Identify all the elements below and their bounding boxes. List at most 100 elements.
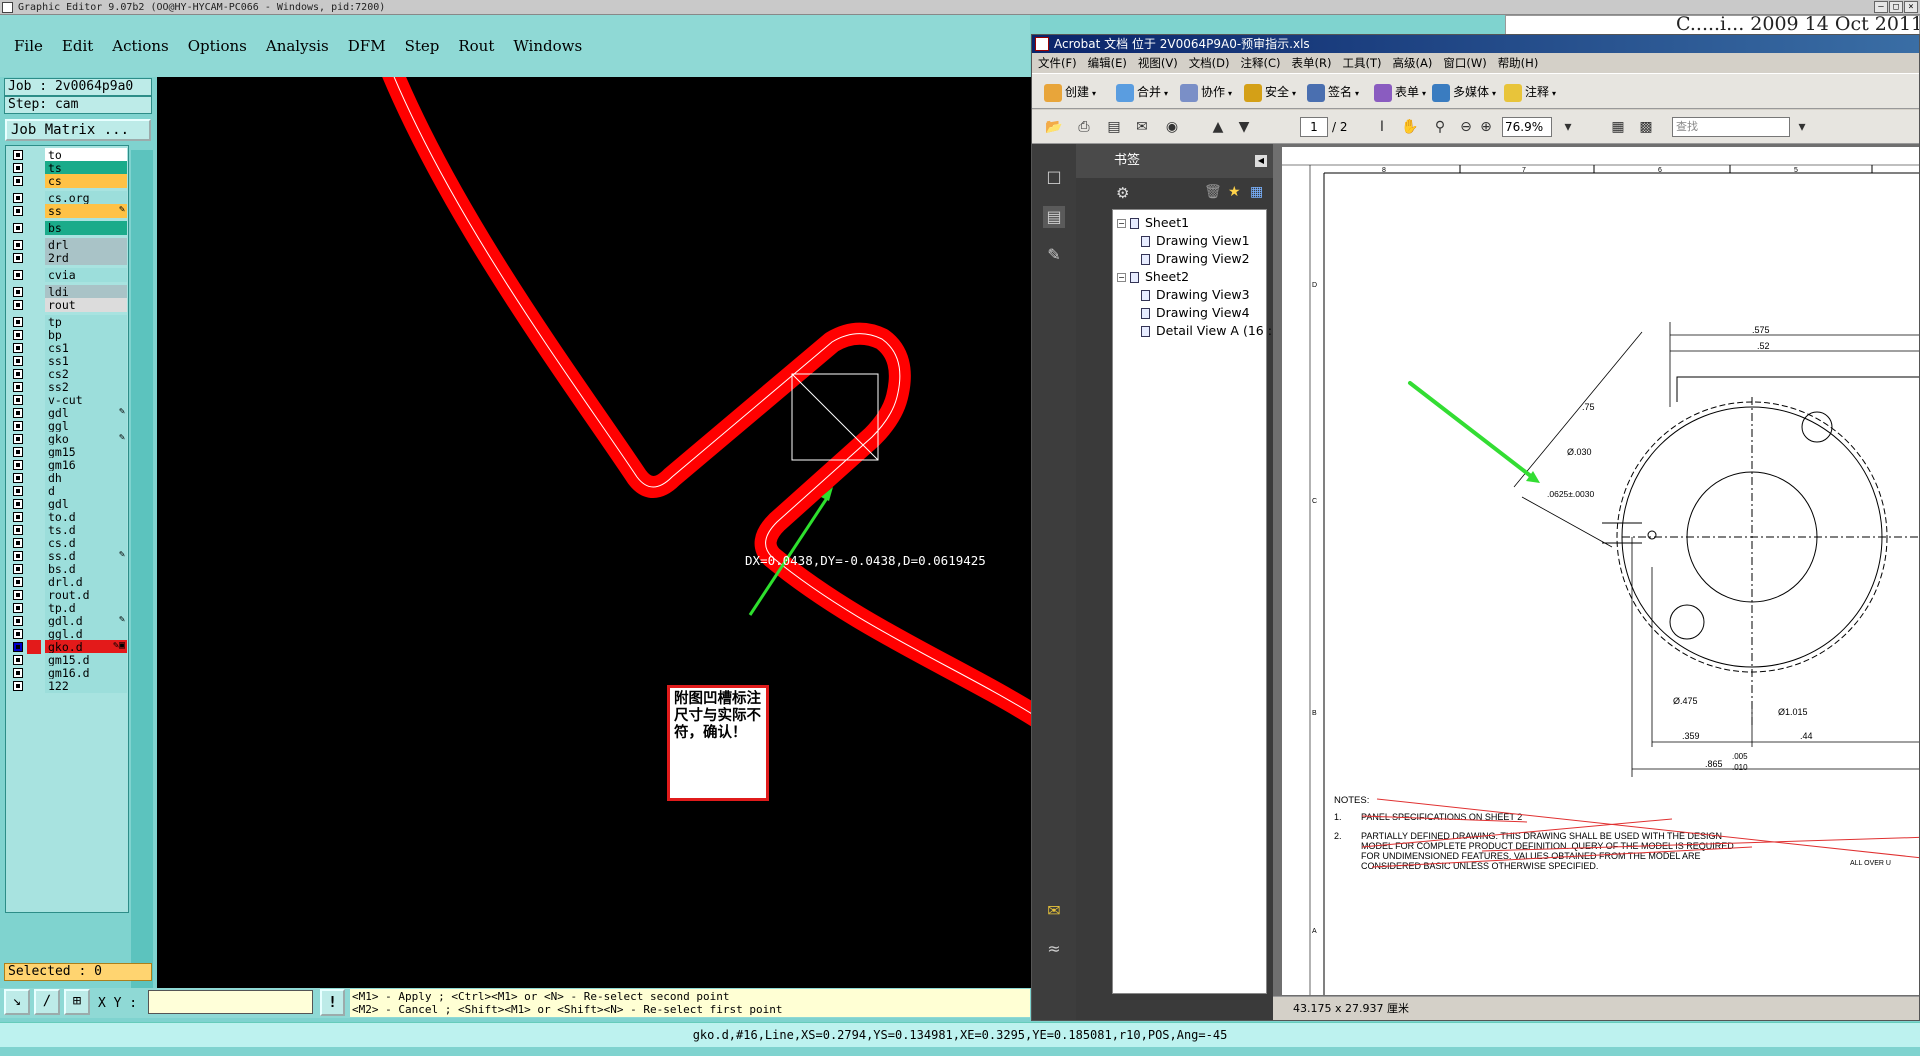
ac-menu-document[interactable]: 文档(D) [1189,55,1230,71]
ac-menu-advanced[interactable]: 高级(A) [1393,55,1433,71]
layer-row[interactable]: d [8,484,128,498]
layer-name[interactable]: bs.d [45,562,127,576]
task-button[interactable]: 注释 ▾ [1504,83,1556,102]
zoom-out-icon[interactable]: ⊖ [1456,117,1476,137]
layer-name[interactable]: rout [45,298,127,312]
layer-row[interactable]: ts [8,161,128,175]
task-button[interactable]: 签名 ▾ [1307,83,1359,102]
find-dropdown-icon[interactable]: ▾ [1792,117,1812,137]
layer-row[interactable]: gko ✎ [8,432,128,446]
prev-page-icon[interactable]: ▲ [1208,117,1228,137]
ac-menu-help[interactable]: 帮助(H) [1498,55,1539,71]
layer-name[interactable]: gko [45,432,127,446]
layer-checkbox[interactable] [13,473,23,483]
task-button[interactable]: 表单 ▾ [1374,83,1426,102]
prompt-icon[interactable]: ! [320,989,345,1016]
ac-menu-view[interactable]: 视图(V) [1138,55,1178,71]
xy-input[interactable] [148,990,313,1014]
layer-row[interactable]: gm16.d [8,666,128,680]
ac-menu-comments[interactable]: 注释(C) [1241,55,1281,71]
zoom-dropdown-icon[interactable]: ▾ [1558,117,1578,137]
layer-name[interactable]: cs.d [45,536,127,550]
layer-row[interactable]: to [8,148,128,162]
layer-row[interactable]: ss2 [8,380,128,394]
layer-name[interactable]: cs.org [45,191,127,205]
layer-name[interactable]: drl [45,238,127,252]
layer-name[interactable]: ss.d [45,549,127,563]
zoom-level[interactable]: 76.9% [1502,117,1552,137]
layer-checkbox[interactable] [13,577,23,587]
layer-row[interactable]: gm15.d [8,653,128,667]
layer-name[interactable]: gm16.d [45,666,127,680]
layer-checkbox[interactable] [13,369,23,379]
hand-tool-icon[interactable]: ✋ [1400,117,1420,137]
expand-toggle-icon[interactable]: − [1117,219,1126,228]
layer-name[interactable]: bs [45,221,127,235]
bookmark-item[interactable]: Drawing View4 [1141,305,1250,320]
bookmark-item[interactable]: Drawing View2 [1141,251,1250,266]
comments-icon[interactable]: ✉ [1043,900,1065,922]
ac-menu-edit[interactable]: 编辑(E) [1088,55,1127,71]
layer-name[interactable]: to.d [45,510,127,524]
menu-dfm[interactable]: DFM [348,37,386,55]
layer-checkbox[interactable] [13,616,23,626]
layer-checkbox[interactable] [13,421,23,431]
layer-row[interactable]: v-cut [8,393,128,407]
menu-actions[interactable]: Actions [112,37,168,55]
layer-row[interactable]: gdl ✎ [8,406,128,420]
layer-row[interactable]: cs2 [8,367,128,381]
layer-name[interactable]: gm15.d [45,653,127,667]
zoom-tool-icon[interactable]: ⚲ [1430,117,1450,137]
layer-row[interactable]: cs [8,174,128,188]
grid-tool-icon[interactable]: ⊞ [64,989,90,1015]
layer-name[interactable]: cvia [45,268,127,282]
layer-row[interactable]: gdl.d ✎ [8,614,128,628]
layer-row[interactable]: cvia [8,268,128,282]
bookmark-item[interactable]: Drawing View1 [1141,233,1250,248]
ac-menu-tools[interactable]: 工具(T) [1343,55,1382,71]
layer-name[interactable]: to [45,148,127,162]
pages-icon[interactable]: □ [1043,166,1065,188]
layer-name[interactable]: v-cut [45,393,127,407]
layer-row[interactable]: ss1 [8,354,128,368]
signatures-icon[interactable]: ✎ [1043,244,1065,266]
layer-checkbox[interactable] [13,343,23,353]
ac-menu-file[interactable]: 文件(F) [1038,55,1077,71]
task-button[interactable]: 安全 ▾ [1244,83,1296,102]
layer-checkbox[interactable] [13,382,23,392]
layer-name[interactable]: 122 [45,679,127,693]
layer-checkbox[interactable] [13,193,23,203]
layer-row[interactable]: ldi [8,285,128,299]
layer-name[interactable]: ts [45,161,127,175]
layer-checkbox[interactable] [13,395,23,405]
layer-name[interactable]: ldi [45,285,127,299]
zoom-in-icon[interactable]: ⊕ [1476,117,1496,137]
layer-name[interactable]: ts.d [45,523,127,537]
bookmark-item[interactable]: − Sheet1 [1117,215,1189,230]
bookmark-item[interactable]: Drawing View3 [1141,287,1250,302]
layer-name[interactable]: ggl [45,419,127,433]
layer-checkbox[interactable] [13,300,23,310]
layer-checkbox[interactable] [13,176,23,186]
layer-checkbox[interactable] [13,356,23,366]
layer-name[interactable]: ss1 [45,354,127,368]
layer-row[interactable]: rout [8,298,128,312]
find-input[interactable]: 查找 [1672,117,1790,137]
new-bookmark-icon[interactable]: ★ [1228,184,1241,200]
snap-tool-icon[interactable]: ↘ [4,989,30,1015]
next-page-icon[interactable]: ▼ [1234,117,1254,137]
layer-checkbox[interactable] [13,270,23,280]
task-button[interactable]: 协作 ▾ [1180,83,1232,102]
layer-row[interactable]: cs.d [8,536,128,550]
open-icon[interactable]: 📂 [1044,117,1064,137]
layer-row[interactable]: ss ✎ [8,204,128,218]
layer-row[interactable]: to.d [8,510,128,524]
layer-checkbox[interactable] [13,525,23,535]
layer-row[interactable]: bp [8,328,128,342]
fit-width-icon[interactable]: ▩ [1636,117,1656,137]
job-matrix-button[interactable]: Job Matrix ... [5,119,151,141]
menu-edit[interactable]: Edit [62,37,93,55]
layer-row[interactable]: drl.d [8,575,128,589]
layer-checkbox[interactable] [13,447,23,457]
layer-checkbox[interactable] [13,434,23,444]
